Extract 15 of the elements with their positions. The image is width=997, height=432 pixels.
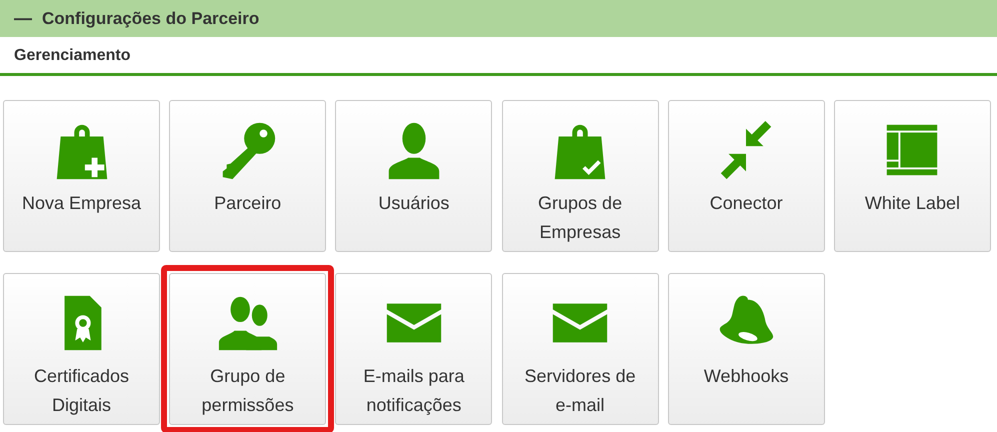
section-header: Gerenciamento	[0, 37, 997, 76]
tile-button[interactable]: White Label	[834, 100, 991, 252]
tile-button[interactable]: Parceiro	[169, 100, 326, 252]
tile-button[interactable]: Usuários	[335, 100, 492, 252]
panel-header[interactable]: — Configurações do Parceiro	[0, 0, 997, 37]
tile-button[interactable]: Certificados Digitais	[3, 273, 160, 425]
tile-button[interactable]: Grupos de Empresas	[502, 100, 659, 252]
panel-title: Configurações do Parceiro	[42, 8, 260, 28]
tile-button[interactable]: Nova Empresa	[3, 100, 160, 252]
collapse-icon[interactable]: —	[14, 8, 32, 29]
tile-button[interactable]: Webhooks	[668, 273, 825, 425]
tile-button[interactable]: Servidores de e-mail	[502, 273, 659, 425]
tile-button[interactable]: E-mails para notificações	[335, 273, 492, 425]
tile-button[interactable]: Grupo de permissões	[169, 273, 326, 425]
tile-button[interactable]: Conector	[668, 100, 825, 252]
